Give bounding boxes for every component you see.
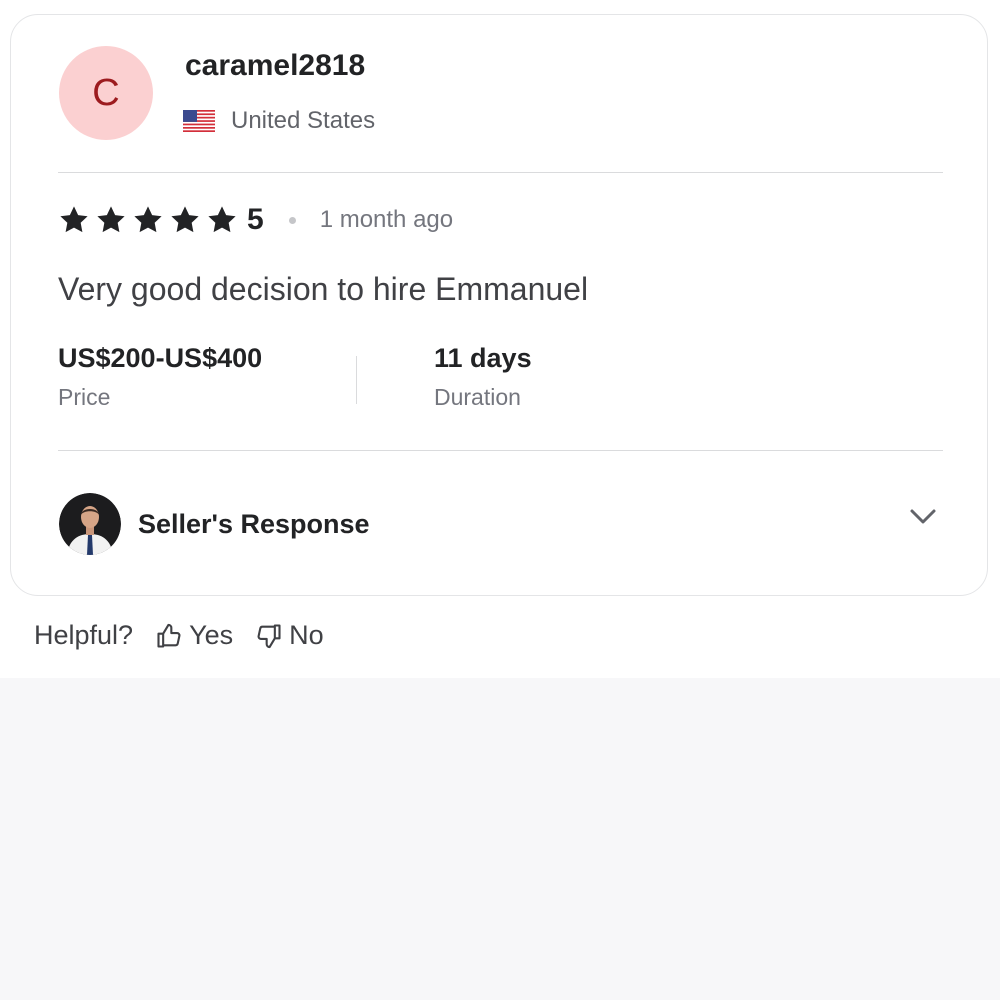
helpful-question: Helpful?	[34, 620, 134, 650]
us-flag-icon	[183, 110, 215, 132]
helpful-no-button[interactable]: No	[255, 620, 324, 651]
helpful-no-label: No	[289, 620, 324, 650]
reviewer-avatar[interactable]: C	[59, 46, 153, 140]
star-icon	[134, 206, 162, 233]
country-name: United States	[231, 107, 376, 134]
reviewer-username[interactable]: caramel2818	[185, 49, 365, 83]
star-icon	[97, 206, 125, 233]
price-value: US$200-US$400	[58, 343, 263, 373]
star-icon	[60, 206, 88, 233]
seller-response-label: Seller's Response	[138, 508, 370, 539]
price-label: Price	[58, 384, 111, 410]
seller-response-toggle[interactable]: Seller's Response	[59, 493, 370, 555]
review-time-ago: 1 month ago	[319, 206, 454, 233]
star-icon	[208, 206, 236, 233]
header-divider	[58, 172, 943, 173]
meta-separator	[356, 356, 357, 404]
seller-avatar	[59, 493, 121, 555]
duration-value: 11 days	[434, 343, 532, 373]
response-divider	[58, 450, 943, 451]
rating-row: 5 1 month ago	[58, 203, 453, 237]
avatar-initial: C	[92, 71, 120, 114]
chevron-down-icon[interactable]	[908, 506, 938, 528]
star-icon	[171, 206, 199, 233]
reviewer-country: United States	[183, 107, 375, 135]
helpful-yes-button[interactable]: Yes	[155, 620, 233, 651]
thumbs-up-icon	[157, 623, 181, 648]
helpful-row: Helpful? Yes No	[34, 620, 324, 651]
price-block: US$200-US$400 Price	[58, 343, 262, 411]
thumbs-down-icon	[257, 623, 281, 648]
review-card: C caramel2818 United States 5 1 month ag…	[10, 14, 988, 596]
duration-block: 11 days Duration	[434, 343, 532, 411]
duration-label: Duration	[434, 384, 521, 410]
rating-value: 5	[247, 203, 264, 236]
review-text: Very good decision to hire Emmanuel	[58, 271, 589, 307]
page-background-lower	[0, 678, 1000, 1000]
separator-dot	[288, 216, 296, 224]
helpful-yes-label: Yes	[189, 620, 234, 650]
